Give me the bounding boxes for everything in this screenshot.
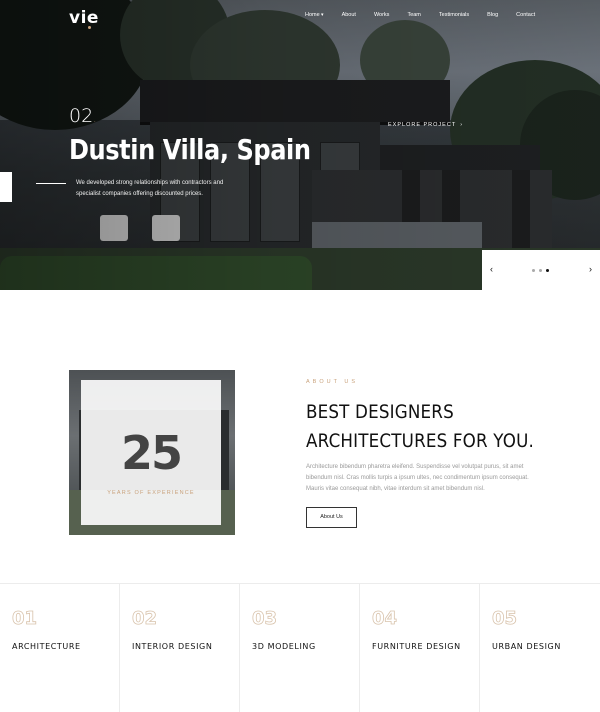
- nav-works[interactable]: Works: [374, 12, 389, 18]
- about-text: Architecture bibendum pharetra eleifend.…: [306, 464, 529, 492]
- about-image: 25 YEARS OF EXPERIENCE: [69, 370, 235, 535]
- chevron-right-icon[interactable]: ›: [589, 264, 592, 274]
- service-name: ARCHITECTURE: [12, 642, 81, 651]
- service-number: 04: [372, 608, 398, 630]
- slide-number-dot: .: [93, 114, 97, 125]
- slider-dot[interactable]: [539, 269, 542, 272]
- explore-project-link[interactable]: EXPLORE PROJECT ›: [388, 122, 463, 128]
- main-nav: Home About Works Team Testimonials Blog …: [305, 12, 553, 18]
- nav-blog[interactable]: Blog: [487, 12, 498, 18]
- service-name: 3D MODELING: [252, 642, 316, 651]
- experience-card: 25 YEARS OF EXPERIENCE: [81, 380, 221, 525]
- about-title-line1: BEST DESIGNERS: [306, 401, 454, 423]
- slider-dot[interactable]: [532, 269, 535, 272]
- logo-text: vie: [69, 8, 99, 28]
- hero-description: We developed strong relationships with c…: [76, 180, 224, 197]
- service-name: URBAN DESIGN: [492, 642, 561, 651]
- slider-dot-active[interactable]: [546, 269, 549, 272]
- service-item[interactable]: 01 ARCHITECTURE: [0, 584, 120, 712]
- slider-controls: ‹ ›: [482, 250, 600, 290]
- years-number: 25: [120, 426, 183, 480]
- service-number: 05: [492, 608, 518, 630]
- service-name: INTERIOR DESIGN: [132, 642, 213, 651]
- service-item[interactable]: 03 3D MODELING: [240, 584, 360, 712]
- about-title-line2: ARCHITECTURES FOR YOU.: [306, 430, 535, 452]
- services-row: 01 ARCHITECTURE 02 INTERIOR DESIGN 03 3D…: [0, 583, 600, 712]
- side-tab[interactable]: [0, 172, 12, 202]
- service-number: 03: [252, 608, 278, 630]
- service-name: FURNITURE DESIGN: [372, 642, 461, 651]
- service-number: 02: [132, 608, 158, 630]
- hero-title: Dustin Villa, Spain: [69, 133, 311, 166]
- hero-slider: vie Home About Works Team Testimonials B…: [0, 0, 600, 290]
- nav-about[interactable]: About: [342, 12, 356, 18]
- slide-number: 02.: [69, 105, 96, 127]
- explore-label: EXPLORE PROJECT: [388, 122, 457, 128]
- service-item[interactable]: 02 INTERIOR DESIGN: [120, 584, 240, 712]
- service-item[interactable]: 05 URBAN DESIGN: [480, 584, 600, 712]
- nav-testimonials[interactable]: Testimonials: [439, 12, 469, 18]
- service-number: 01: [12, 608, 38, 630]
- arrow-right-icon: ›: [460, 122, 464, 128]
- logo[interactable]: vie: [69, 8, 99, 29]
- nav-team[interactable]: Team: [407, 12, 420, 18]
- about-title: BEST DESIGNERS ARCHITECTURES FOR YOU.: [306, 398, 534, 456]
- slider-dots: [532, 269, 549, 272]
- slide-number-text: 02: [69, 105, 94, 127]
- chevron-left-icon[interactable]: ‹: [490, 264, 493, 274]
- nav-home[interactable]: Home: [305, 12, 324, 18]
- about-us-button[interactable]: About Us: [306, 507, 357, 528]
- years-label: YEARS OF EXPERIENCE: [107, 490, 195, 496]
- hero-divider: [36, 183, 66, 184]
- about-eyebrow: ABOUT US: [306, 379, 359, 385]
- service-item[interactable]: 04 FURNITURE DESIGN: [360, 584, 480, 712]
- logo-dot: [88, 26, 91, 29]
- nav-contact[interactable]: Contact: [516, 12, 535, 18]
